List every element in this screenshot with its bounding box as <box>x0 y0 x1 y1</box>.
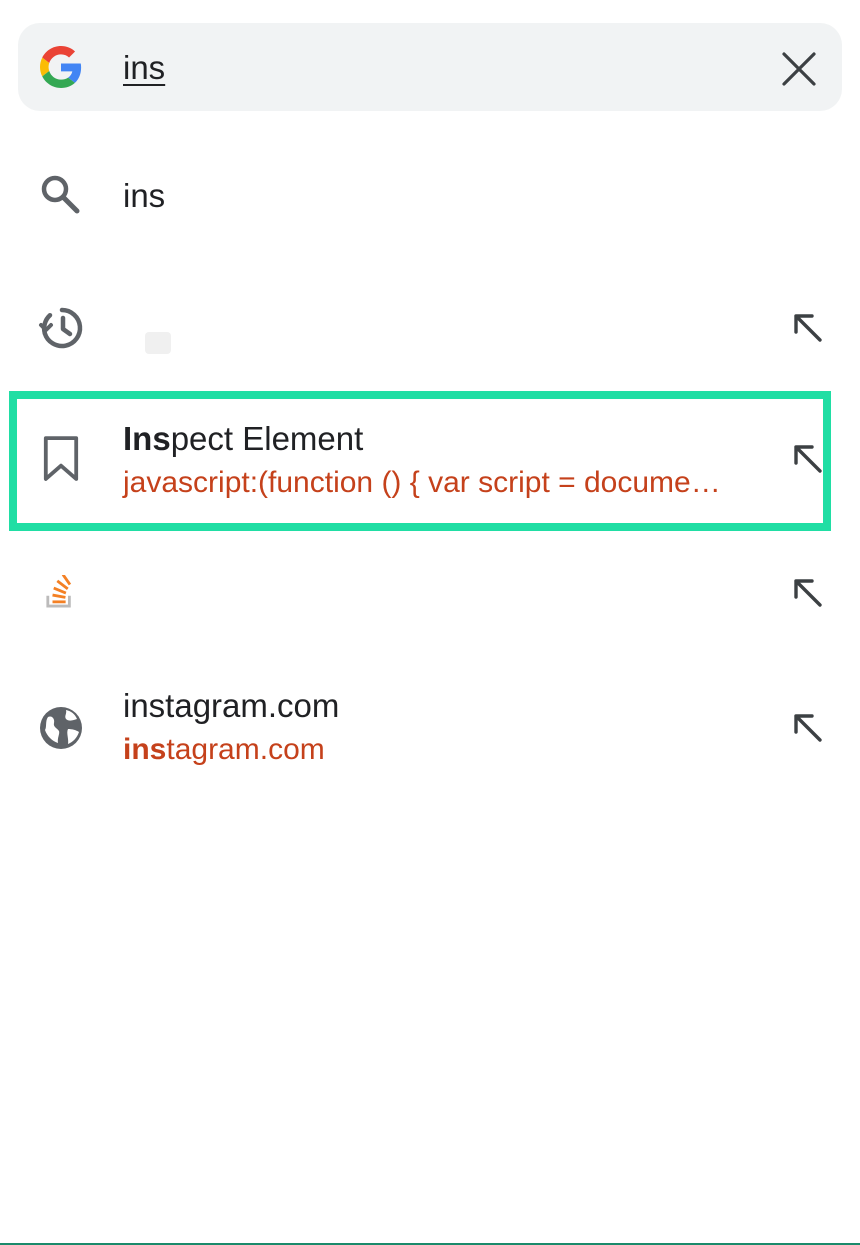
search-input[interactable]: ins <box>123 48 165 88</box>
url-rest: tagram.com <box>166 733 325 766</box>
title-rest: pect Element <box>170 420 364 457</box>
suggestion-title: instagram.com <box>123 687 340 724</box>
suggestion-history[interactable] <box>0 280 860 380</box>
arrow-up-left-icon[interactable] <box>790 441 824 475</box>
suggestion-url: instagram.com <box>123 731 325 769</box>
history-icon <box>39 307 83 349</box>
suggestion-stackoverflow[interactable] <box>0 545 860 645</box>
url-match: ins <box>123 733 167 766</box>
suggestion-url: javascript:(function () { var script = d… <box>123 466 721 499</box>
stackoverflow-icon <box>46 575 72 608</box>
google-g-icon <box>40 46 82 88</box>
arrow-up-left-icon[interactable] <box>790 310 824 344</box>
suggestion-search-ins[interactable]: ins <box>0 150 860 250</box>
suggestion-title: ins <box>123 177 166 214</box>
globe-icon <box>40 707 82 749</box>
close-icon[interactable] <box>776 46 822 92</box>
suggestion-title: Inspect Element <box>123 419 363 459</box>
bookmark-icon <box>43 436 79 481</box>
title-match: Ins <box>123 420 171 457</box>
suggestion-site-instagram[interactable]: instagram.com instagram.com <box>0 668 860 788</box>
blurred-title <box>145 332 171 354</box>
suggestion-bookmark-inspect-element[interactable]: Inspect Element javascript:(function () … <box>0 399 860 523</box>
arrow-up-left-icon[interactable] <box>790 575 824 609</box>
search-icon <box>41 175 80 214</box>
arrow-up-left-icon[interactable] <box>790 710 824 744</box>
